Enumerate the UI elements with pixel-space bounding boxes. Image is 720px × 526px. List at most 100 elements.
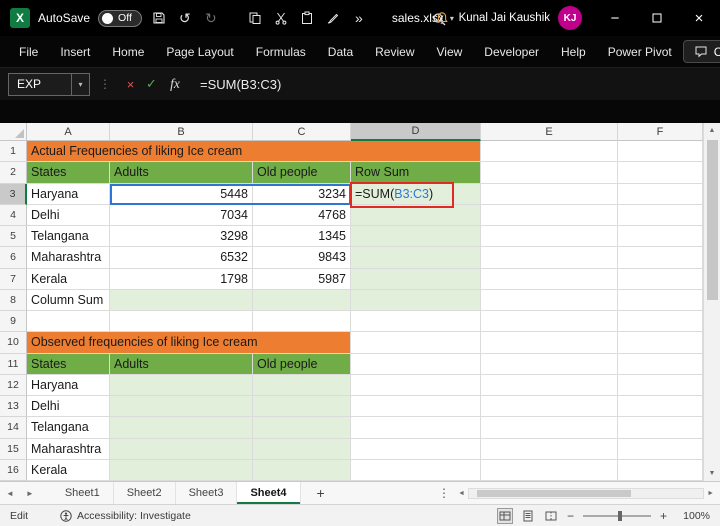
cell-F4[interactable] <box>618 204 703 226</box>
cell-D14[interactable] <box>351 417 481 439</box>
zoom-in-icon[interactable]: + <box>660 509 667 523</box>
cell-E6[interactable] <box>481 247 618 269</box>
cell-D5[interactable] <box>351 226 481 248</box>
cell-A2[interactable]: States <box>27 162 110 184</box>
ribbon-tab-view[interactable]: View <box>426 36 474 68</box>
zoom-level[interactable]: 100% <box>676 510 710 522</box>
normal-view-icon[interactable] <box>496 507 513 524</box>
row-header-2[interactable]: 2 <box>0 162 27 184</box>
column-header-F[interactable]: F <box>618 123 703 141</box>
horizontal-scroll-track[interactable] <box>467 487 705 499</box>
row-header-13[interactable]: 13 <box>0 396 27 418</box>
cell-F12[interactable] <box>618 374 703 396</box>
ribbon-tab-insert[interactable]: Insert <box>49 36 101 68</box>
zoom-slider-thumb[interactable] <box>618 510 623 521</box>
cell-B8[interactable] <box>110 289 253 311</box>
name-box-dropdown-icon[interactable]: ▾ <box>71 73 89 95</box>
cell-C2[interactable]: Old people <box>253 162 351 184</box>
redo-icon[interactable]: ↻ <box>202 9 220 27</box>
column-header-C[interactable]: C <box>253 123 351 141</box>
cell-A8[interactable]: Column Sum <box>27 289 110 311</box>
cell-D13[interactable] <box>351 396 481 418</box>
cell-F16[interactable] <box>618 459 703 481</box>
ribbon-tab-data[interactable]: Data <box>317 36 364 68</box>
cell-A6[interactable]: Maharashtra <box>27 247 110 269</box>
row-header-14[interactable]: 14 <box>0 417 27 439</box>
row-header-1[interactable]: 1 <box>0 141 27 163</box>
add-sheet-button[interactable]: + <box>301 485 341 501</box>
row-header-7[interactable]: 7 <box>0 268 27 290</box>
sheet-tab-sheet3[interactable]: Sheet3 <box>176 482 238 504</box>
cell-D4[interactable] <box>351 204 481 226</box>
ribbon-tab-file[interactable]: File <box>8 36 49 68</box>
cell-D7[interactable] <box>351 268 481 290</box>
name-box[interactable]: EXP ▾ <box>8 72 90 96</box>
cell-C4[interactable]: 4768 <box>253 204 351 226</box>
cell-F5[interactable] <box>618 226 703 248</box>
cell-B3[interactable]: 5448 <box>110 183 253 205</box>
cut-icon[interactable] <box>272 9 290 27</box>
row-header-4[interactable]: 4 <box>0 204 27 226</box>
cell-F13[interactable] <box>618 396 703 418</box>
column-header-A[interactable]: A <box>27 123 110 141</box>
cell-C11[interactable]: Old people <box>253 353 351 375</box>
cell-B13[interactable] <box>110 396 253 418</box>
scroll-down-icon[interactable]: ▼ <box>709 466 716 481</box>
cell-D16[interactable] <box>351 459 481 481</box>
enter-icon[interactable]: ✓ <box>141 76 162 92</box>
cell-E12[interactable] <box>481 374 618 396</box>
close-button[interactable]: × <box>678 0 720 36</box>
cell-F14[interactable] <box>618 417 703 439</box>
excel-logo-icon[interactable]: X <box>10 8 30 28</box>
row-header-16[interactable]: 16 <box>0 459 27 481</box>
paste-icon[interactable] <box>298 9 316 27</box>
row-header-3[interactable]: 3 <box>0 183 27 205</box>
row-header-6[interactable]: 6 <box>0 247 27 269</box>
cell-B2[interactable]: Adults <box>110 162 253 184</box>
cell-C13[interactable] <box>253 396 351 418</box>
user-name[interactable]: Kunal Jai Kaushik <box>459 12 550 24</box>
cell-B14[interactable] <box>110 417 253 439</box>
ribbon-tab-review[interactable]: Review <box>364 36 425 68</box>
row-header-9[interactable]: 9 <box>0 311 27 333</box>
vertical-scrollbar[interactable]: ▲ ▼ <box>703 123 720 481</box>
cell-B6[interactable]: 6532 <box>110 247 253 269</box>
cell-E13[interactable] <box>481 396 618 418</box>
cell-B11[interactable]: Adults <box>110 353 253 375</box>
cell-E11[interactable] <box>481 353 618 375</box>
row-header-8[interactable]: 8 <box>0 289 27 311</box>
cell-F7[interactable] <box>618 268 703 290</box>
cell-E3[interactable] <box>481 183 618 205</box>
cell-B16[interactable] <box>110 459 253 481</box>
accessibility-status[interactable]: Accessibility: Investigate <box>60 510 191 522</box>
zoom-slider[interactable] <box>582 510 651 521</box>
scroll-left-icon[interactable]: ◄ <box>458 490 465 497</box>
cell-F6[interactable] <box>618 247 703 269</box>
cell-D8[interactable] <box>351 289 481 311</box>
cell-F10[interactable] <box>618 332 703 354</box>
sheet-tab-sheet1[interactable]: Sheet1 <box>52 482 114 504</box>
cell-C3[interactable]: 3234 <box>253 183 351 205</box>
ribbon-tab-help[interactable]: Help <box>550 36 597 68</box>
cell-D6[interactable] <box>351 247 481 269</box>
scroll-right-icon[interactable]: ► <box>707 490 714 497</box>
cell-C6[interactable]: 9843 <box>253 247 351 269</box>
cell-B5[interactable]: 3298 <box>110 226 253 248</box>
cell-C8[interactable] <box>253 289 351 311</box>
formula-input[interactable]: =SUM(B3:C3) <box>200 77 720 92</box>
cell-A16[interactable]: Kerala <box>27 459 110 481</box>
cell-E16[interactable] <box>481 459 618 481</box>
cell-F9[interactable] <box>618 311 703 333</box>
cell-E9[interactable] <box>481 311 618 333</box>
cell-C5[interactable]: 1345 <box>253 226 351 248</box>
cell-B4[interactable]: 7034 <box>110 204 253 226</box>
cell-D11[interactable] <box>351 353 481 375</box>
cell-D3[interactable]: =SUM(B3:C3) <box>351 183 481 205</box>
cell-C14[interactable] <box>253 417 351 439</box>
cell-D12[interactable] <box>351 374 481 396</box>
cell-E14[interactable] <box>481 417 618 439</box>
cell-B7[interactable]: 1798 <box>110 268 253 290</box>
ribbon-tab-formulas[interactable]: Formulas <box>245 36 317 68</box>
row-header-11[interactable]: 11 <box>0 353 27 375</box>
cell-A5[interactable]: Telangana <box>27 226 110 248</box>
